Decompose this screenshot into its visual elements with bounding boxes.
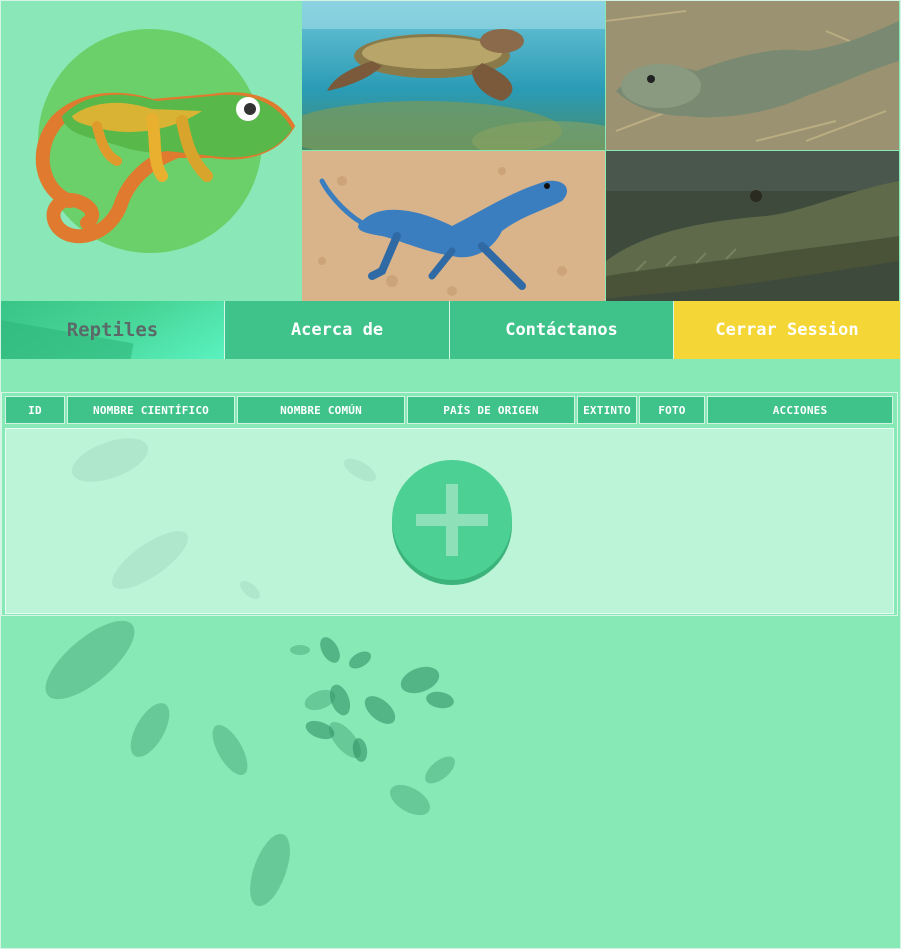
nav-brand-reptiles[interactable]: Reptiles	[1, 301, 225, 359]
nav-brand-label: Reptiles	[66, 319, 159, 341]
column-header-photo[interactable]: FOTO	[639, 396, 705, 424]
nav-item-about[interactable]: Acerca de	[225, 301, 450, 359]
crocodile-photo	[606, 151, 899, 301]
reptiles-table: ID NOMBRE CIENTÍFICO NOMBRE COMÚN PAÍS D…	[1, 392, 898, 616]
chameleon-logo	[2, 1, 301, 301]
column-header-id[interactable]: ID	[5, 396, 65, 424]
main-nav: Reptiles Acerca de Contáctanos Cerrar Se…	[1, 301, 900, 359]
table-header-row: ID NOMBRE CIENTÍFICO NOMBRE COMÚN PAÍS D…	[5, 396, 893, 426]
table-body	[5, 428, 894, 614]
blue-lizard-photo	[302, 151, 605, 301]
column-header-common-name[interactable]: NOMBRE COMÚN	[237, 396, 405, 424]
nav-item-contact[interactable]: Contáctanos	[450, 301, 674, 359]
add-reptile-button[interactable]	[392, 460, 512, 580]
column-header-country[interactable]: PAÍS DE ORIGEN	[407, 396, 575, 424]
logout-button[interactable]: Cerrar Session	[674, 301, 900, 359]
plus-icon-vertical	[446, 484, 458, 556]
column-header-scientific-name[interactable]: NOMBRE CIENTÍFICO	[67, 396, 235, 424]
logout-label: Cerrar Session	[715, 320, 859, 340]
nav-contact-label: Contáctanos	[505, 320, 618, 340]
column-header-actions[interactable]: ACCIONES	[707, 396, 893, 424]
nav-about-label: Acerca de	[290, 320, 384, 340]
header-banner	[2, 1, 899, 301]
iguana-photo	[606, 1, 899, 150]
sea-turtle-photo	[302, 1, 605, 150]
column-header-extinct[interactable]: EXTINTO	[577, 396, 637, 424]
